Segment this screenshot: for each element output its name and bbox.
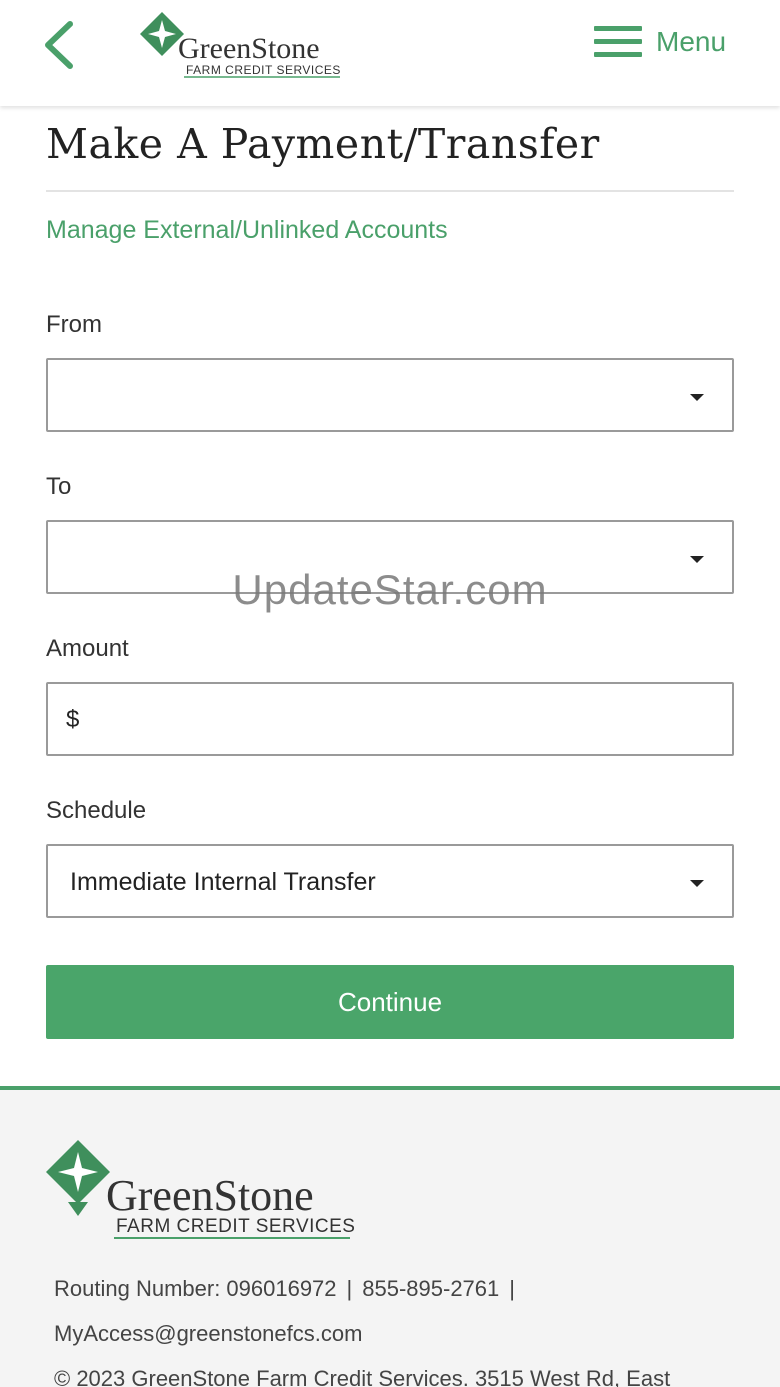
schedule-label: Schedule bbox=[46, 797, 147, 824]
amount-input[interactable]: $ bbox=[46, 682, 734, 756]
separator: | bbox=[346, 1276, 353, 1301]
page-footer: GreenStone FARM CREDIT SERVICES Routing … bbox=[0, 1086, 780, 1387]
from-select[interactable] bbox=[46, 358, 734, 432]
footer-logo-subtitle: FARM CREDIT SERVICES bbox=[116, 1216, 355, 1237]
hamburger-menu-icon bbox=[594, 24, 642, 60]
dropdown-caret-icon bbox=[690, 556, 704, 563]
continue-button[interactable]: Continue bbox=[46, 965, 734, 1039]
routing-number: Routing Number: 096016972 bbox=[54, 1276, 337, 1301]
menu-button[interactable]: Menu bbox=[594, 22, 726, 62]
title-divider bbox=[46, 190, 734, 192]
logo-wordmark: GreenStone bbox=[178, 32, 320, 65]
leaf-logo-icon: GreenStone FARM CREDIT SERVICES bbox=[140, 12, 341, 78]
footer-greenstone-logo: GreenStone FARM CREDIT SERVICES bbox=[44, 1138, 364, 1242]
app-header: GreenStone FARM CREDIT SERVICES Menu bbox=[0, 0, 780, 106]
schedule-value: Immediate Internal Transfer bbox=[70, 868, 376, 896]
menu-label: Menu bbox=[656, 26, 727, 57]
watermark-text: UpdateStar.com bbox=[232, 566, 548, 613]
back-chevron-icon[interactable] bbox=[40, 18, 80, 72]
from-label: From bbox=[46, 311, 102, 338]
footer-contact-line: Routing Number: 096016972 | 855-895-2761 | bbox=[54, 1276, 525, 1302]
manage-external-accounts-link[interactable]: Manage External/Unlinked Accounts bbox=[46, 216, 448, 245]
greenstone-logo[interactable]: GreenStone FARM CREDIT SERVICES bbox=[138, 10, 358, 80]
phone-link[interactable]: 855-895-2761 bbox=[362, 1276, 499, 1301]
to-label: To bbox=[46, 473, 72, 500]
schedule-select[interactable]: Immediate Internal Transfer bbox=[46, 844, 734, 918]
dropdown-caret-icon bbox=[690, 394, 704, 401]
currency-prefix: $ bbox=[66, 706, 80, 733]
page-title: Make A Payment/Transfer bbox=[46, 120, 600, 168]
copyright-text: © 2023 GreenStone Farm Credit Services. … bbox=[54, 1366, 671, 1387]
dropdown-caret-icon bbox=[690, 880, 704, 887]
logo-subtitle: FARM CREDIT SERVICES bbox=[186, 63, 341, 77]
leaf-logo-icon: GreenStone FARM CREDIT SERVICES bbox=[46, 1140, 355, 1239]
amount-label: Amount bbox=[46, 635, 129, 662]
email-link[interactable]: MyAccess@greenstonefcs.com bbox=[54, 1321, 362, 1347]
footer-logo-wordmark: GreenStone bbox=[106, 1171, 314, 1220]
separator: | bbox=[509, 1276, 515, 1301]
